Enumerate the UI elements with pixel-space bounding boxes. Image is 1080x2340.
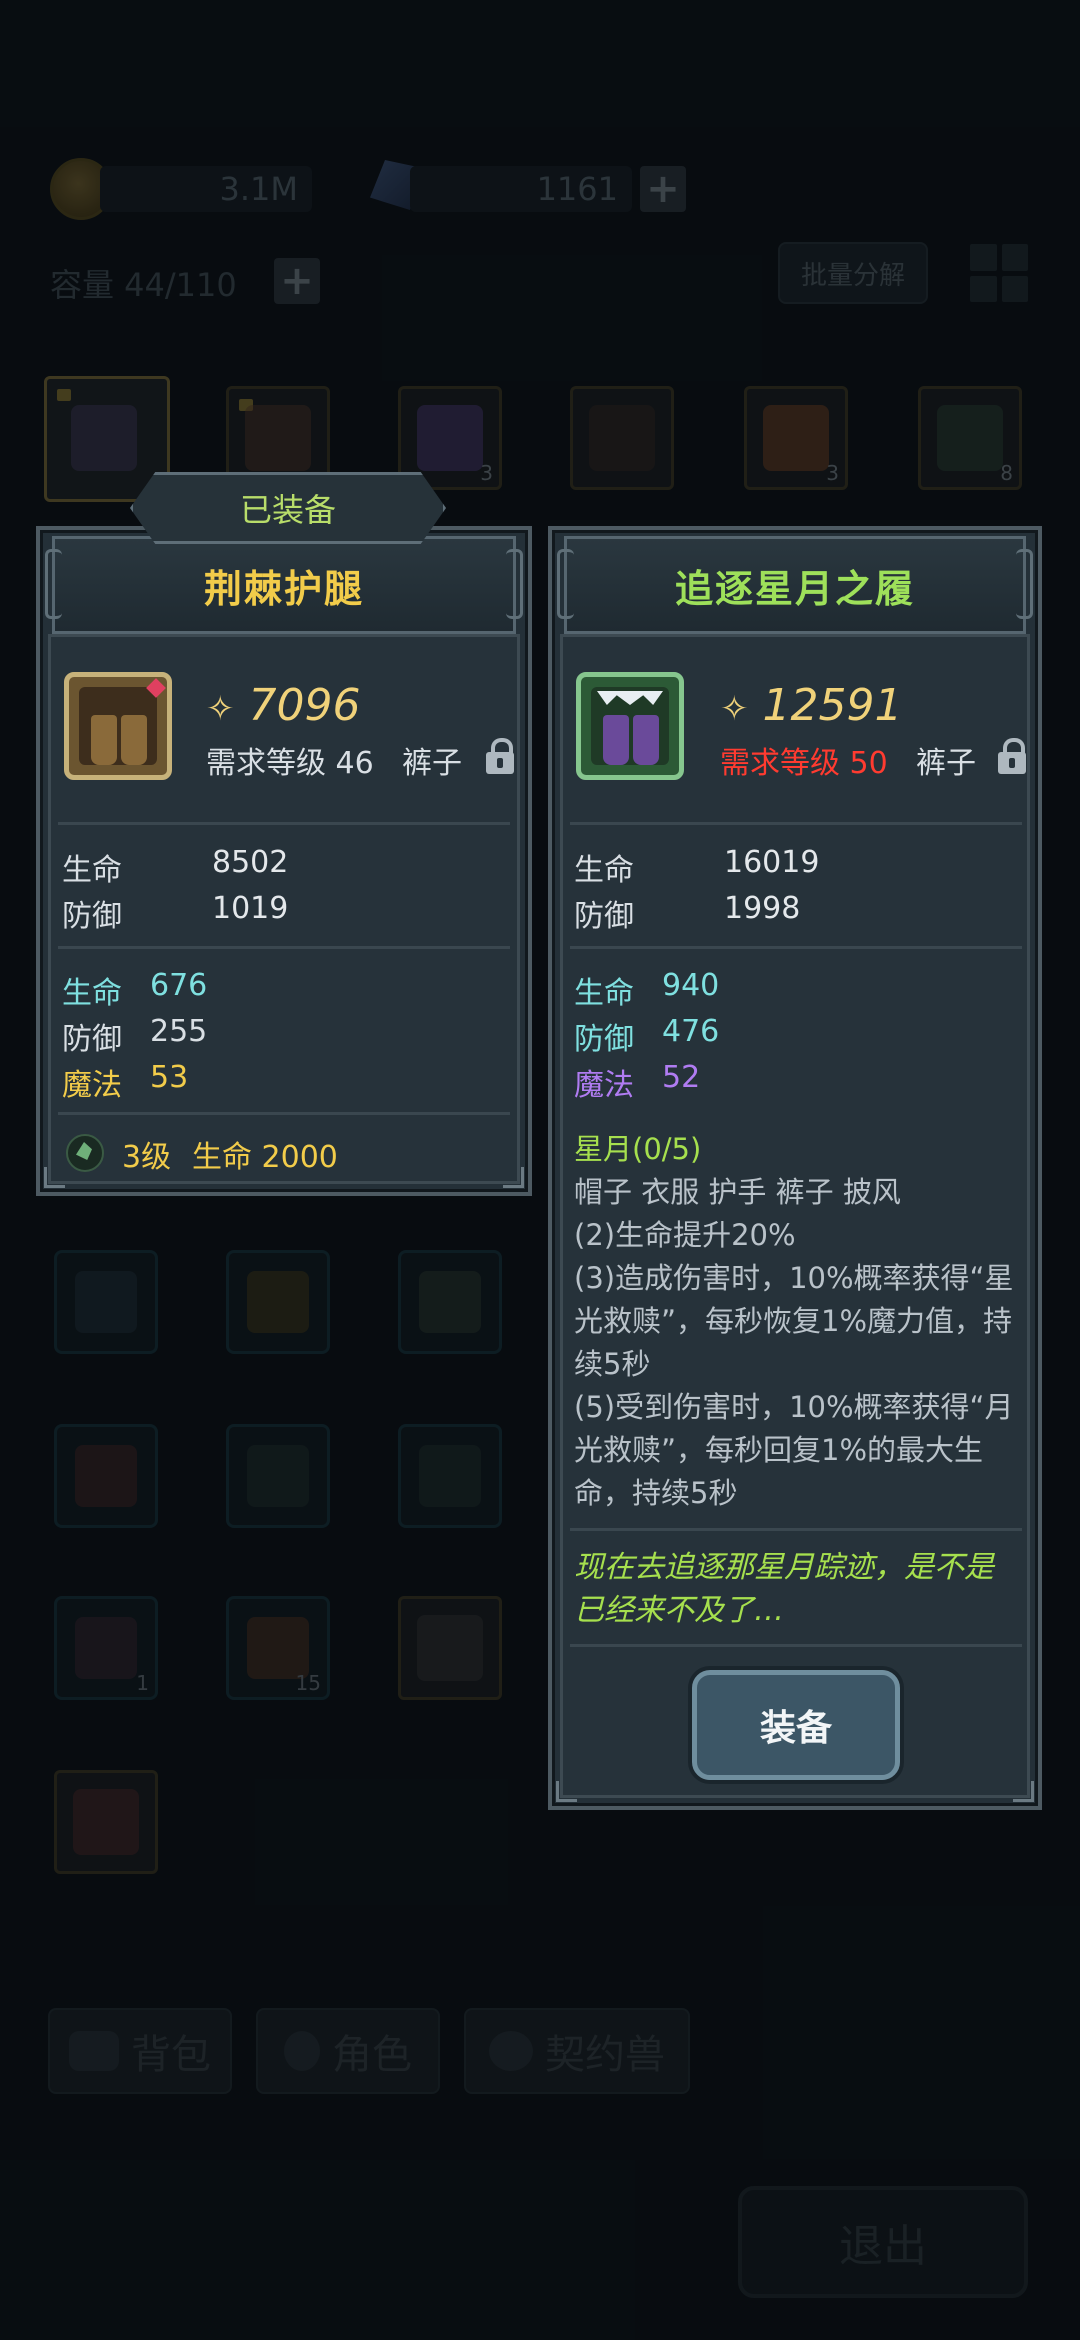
- power-value: 7096: [248, 680, 361, 731]
- set-title: 星月(0/5): [574, 1132, 702, 1166]
- base-stat-row: 生命 8502: [62, 845, 289, 888]
- candidate-item-name: 追逐星月之履: [557, 536, 1033, 634]
- divider: [570, 1528, 1022, 1531]
- bonus-stat-row: 生命 940: [574, 968, 720, 1011]
- boots-icon: [576, 672, 684, 780]
- set-effect-5: (5)受到伤害时，10%概率获得“月光救赎”，每秒回复1%的最大生命，持续5秒: [574, 1390, 1014, 1510]
- power-icon: ✧: [720, 689, 749, 729]
- item-name-text: 荆棘护腿: [203, 566, 364, 611]
- socket-gem-icon: [66, 1134, 104, 1172]
- gem-bonus: 生命 2000: [192, 1140, 338, 1175]
- divider: [58, 1112, 510, 1115]
- corner-ornament: [44, 1167, 65, 1188]
- divider: [58, 822, 510, 825]
- base-stat-row: 防御 1998: [574, 891, 801, 934]
- equipped-power: ✧ 7096: [206, 680, 360, 731]
- divider: [58, 946, 510, 949]
- base-stat-row: 防御 1019: [62, 891, 289, 934]
- corner-ornament: [556, 1781, 577, 1802]
- set-pieces: 帽子 衣服 护手 裤子 披风: [574, 1175, 901, 1209]
- divider: [570, 946, 1022, 949]
- candidate-power: ✧ 12591: [720, 680, 902, 731]
- gem-level: 3级: [122, 1140, 172, 1175]
- base-stat-row: 生命 16019: [574, 845, 820, 888]
- candidate-slot-type: 裤子: [916, 746, 976, 781]
- power-icon: ✧: [206, 689, 235, 729]
- bonus-stat-row: 魔法 52: [574, 1060, 701, 1103]
- bonus-stat-row: 防御 255: [62, 1014, 208, 1057]
- lock-icon[interactable]: [998, 738, 1026, 774]
- greaves-icon: [64, 672, 172, 780]
- power-value: 12591: [762, 680, 903, 731]
- corner-ornament: [1013, 1781, 1034, 1802]
- corner-ornament: [503, 1167, 524, 1188]
- equip-button[interactable]: 装备: [692, 1670, 900, 1780]
- flavor-text: 现在去追逐那星月踪迹，是不是已经来不及了…: [574, 1550, 994, 1628]
- equipped-item-name: 荆棘护腿: [45, 536, 523, 634]
- candidate-req-level: 需求等级 50: [720, 746, 888, 781]
- item-name-text: 追逐星月之履: [674, 566, 915, 611]
- equipped-tag: 已装备: [130, 472, 446, 544]
- frost-trim-icon: [597, 691, 663, 705]
- equipped-slot-type: 裤子: [402, 746, 462, 781]
- bonus-stat-row: 防御 476: [574, 1014, 720, 1057]
- divider: [570, 822, 1022, 825]
- set-effect-2: (2)生命提升20%: [574, 1218, 796, 1252]
- bonus-stat-row: 魔法 53: [62, 1060, 189, 1103]
- bonus-stat-row: 生命 676: [62, 968, 208, 1011]
- divider: [570, 1644, 1022, 1647]
- equipped-req-level: 需求等级 46: [206, 746, 374, 781]
- lock-icon[interactable]: [486, 738, 514, 774]
- set-effect-3: (3)造成伤害时，10%概率获得“星光救赎”，每秒恢复1%魔力值，持续5秒: [574, 1261, 1014, 1381]
